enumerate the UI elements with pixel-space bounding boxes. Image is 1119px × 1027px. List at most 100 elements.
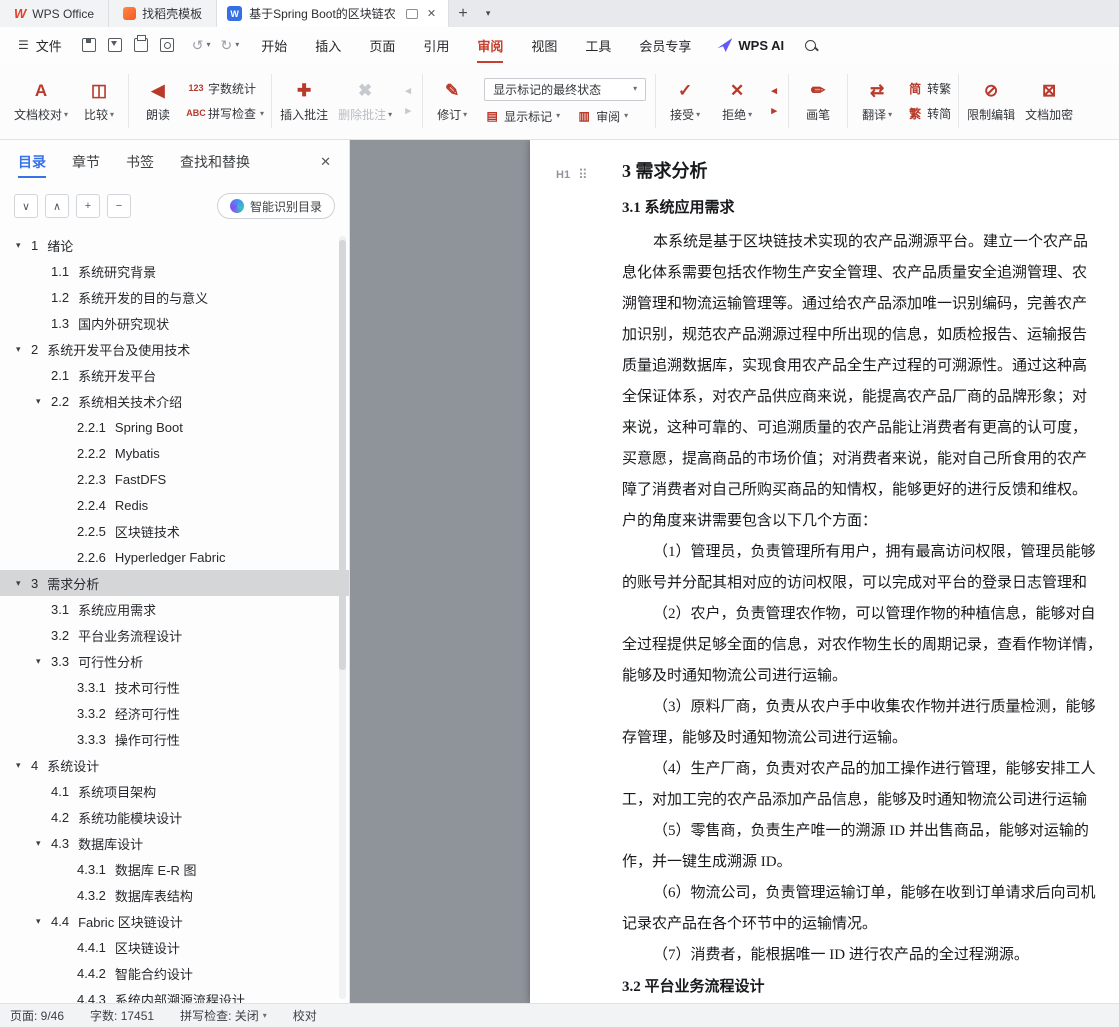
toc-item-3[interactable]: ▾ 3 需求分析 (0, 570, 349, 596)
expand-triangle-icon[interactable]: ▾ (16, 344, 31, 355)
comment-bubble-icon[interactable] (405, 8, 418, 19)
doc-heading-2[interactable]: 3.2 平台业务流程设计 (622, 973, 1119, 1001)
toc-item-4-4[interactable]: ▾ 4.4 Fabric 区块链设计 (0, 908, 349, 934)
expand-more-button[interactable]: + (76, 194, 100, 218)
doc-text-line[interactable]: （5）零售商，负责生产唯一的溯源 ID 并出售商品，能够对运输的 (622, 816, 1119, 847)
doc-text-line[interactable]: 来说，这种可靠的、可追溯质量的农产品能让消费者有更高的认可度， (622, 413, 1119, 444)
doc-text-line[interactable]: 存管理，能够及时通知物流公司进行运输。 (622, 723, 1119, 754)
toc-item-3-3-2[interactable]: 3.3.2 经济可行性 (0, 700, 349, 726)
toc-item-4[interactable]: ▾ 4 系统设计 (0, 752, 349, 778)
markup-state-select[interactable]: 显示标记的最终状态 ▾ (484, 77, 647, 101)
toc-item-1-1[interactable]: 1.1 系统研究背景 (0, 258, 349, 284)
menu-review[interactable]: 审阅 (463, 27, 517, 63)
ribbon-proofread-button[interactable]: A 文档校对 ▾ (9, 75, 73, 127)
toc-item-4-4-1[interactable]: 4.4.1 区块链设计 (0, 934, 349, 960)
menu-tools[interactable]: 工具 (571, 27, 625, 63)
doc-text-line[interactable]: 的账号并分配其相对应的访问权限，可以完成对平台的登录日志管理和 (622, 568, 1119, 599)
ribbon-show-markup-button[interactable]: ▤ 显示标记 ▾ (484, 108, 560, 125)
toc-scrollbar-thumb[interactable] (339, 240, 346, 670)
doc-text-line[interactable]: （1）管理员，负责管理所有用户，拥有最高访问权限，管理员能够 (622, 537, 1119, 568)
doc-text-line[interactable]: 全保证体系，对农产品供应商来说，能提高农产品厂商的品牌形象；对 (622, 382, 1119, 413)
ribbon-read-aloud-button[interactable]: ◀ 朗读 (132, 75, 184, 127)
toc-item-2-1[interactable]: 2.1 系统开发平台 (0, 362, 349, 388)
ribbon-next-comment-button[interactable]: ▸ (400, 105, 416, 117)
sidebar-tab-bookmark[interactable]: 书签 (126, 140, 154, 184)
ribbon-delete-comment-button[interactable]: ✖ 删除批注 ▾ (333, 75, 397, 127)
ribbon-reject-button[interactable]: ✕ 拒绝 ▾ (711, 75, 763, 127)
doc-text-line[interactable]: （7）消费者，能根据唯一 ID 进行农产品的全过程溯源。 (622, 940, 1119, 971)
wps-ai-button[interactable]: WPS AI (717, 38, 784, 53)
expand-triangle-icon[interactable]: ▾ (16, 760, 31, 771)
redo-button[interactable]: ↻ ▾ (221, 37, 240, 54)
menu-reference[interactable]: 引用 (409, 27, 463, 63)
doc-text-line[interactable]: 记录农产品在各个环节中的运输情况。 (622, 909, 1119, 940)
menu-page[interactable]: 页面 (355, 27, 409, 63)
ribbon-next-change-button[interactable]: ▸ (766, 105, 782, 117)
ribbon-spell-check-button[interactable]: ABC 拼写检查 ▾ (186, 105, 264, 122)
toc-item-2[interactable]: ▾ 2 系统开发平台及使用技术 (0, 336, 349, 362)
expand-triangle-icon[interactable]: ▾ (16, 578, 31, 589)
expand-triangle-icon[interactable]: ▾ (36, 838, 51, 849)
ribbon-restrict-edit-button[interactable]: ⊘ 限制编辑 (962, 75, 1020, 127)
smart-toc-button[interactable]: 智能识别目录 (216, 193, 335, 219)
doc-text-line[interactable]: （3）原料厂商，负责从农户手中收集农作物并进行质量检测，能够 (622, 692, 1119, 723)
toc-item-3-2[interactable]: 3.2 平台业务流程设计 (0, 622, 349, 648)
status-spellcheck[interactable]: 拼写检查: 关闭 ▾ (180, 1007, 267, 1024)
ribbon-to-traditional-button[interactable]: 简转繁 (907, 80, 951, 97)
toc-item-4-2[interactable]: 4.2 系统功能模块设计 (0, 804, 349, 830)
toc-item-3-3-3[interactable]: 3.3.3 操作可行性 (0, 726, 349, 752)
collapse-all-button[interactable]: ∨ (14, 194, 38, 218)
menu-insert[interactable]: 插入 (301, 27, 355, 63)
drag-handle-icon[interactable]: ⠿ (578, 160, 588, 190)
expand-all-button[interactable]: ∧ (45, 194, 69, 218)
ribbon-prev-change-button[interactable]: ◂ (766, 85, 782, 97)
doc-text-line[interactable]: 户的角度来讲需要包含以下几个方面： (622, 506, 1119, 537)
export-pdf-icon[interactable] (107, 38, 122, 52)
toc-item-3-3-1[interactable]: 3.3.1 技术可行性 (0, 674, 349, 700)
doc-text-line[interactable]: 障了消费者对自己所购买商品的知情权，能够更好的进行反馈和维权。 (622, 475, 1119, 506)
toc-item-1[interactable]: ▾ 1 绪论 (0, 232, 349, 258)
doc-heading-2[interactable]: 3.1 系统应用需求 (622, 194, 1119, 222)
expand-triangle-icon[interactable]: ▾ (36, 396, 51, 407)
save-icon[interactable] (81, 38, 96, 52)
status-words[interactable]: 字数: 17451 (90, 1007, 154, 1024)
tab-wps-office[interactable]: W WPS Office (0, 0, 110, 27)
status-proofread[interactable]: 校对 (293, 1007, 317, 1024)
toc-item-1-3[interactable]: 1.3 国内外研究现状 (0, 310, 349, 336)
sidebar-tab-chapter[interactable]: 章节 (72, 140, 100, 184)
doc-text-line[interactable]: 能够及时通知物流公司进行运输。 (622, 661, 1119, 692)
ribbon-brush-button[interactable]: ✏ 画笔 (792, 75, 844, 127)
status-page[interactable]: 页面: 9/46 (10, 1007, 64, 1024)
toc-item-2-2-1[interactable]: 2.2.1 Spring Boot (0, 414, 349, 440)
toc-item-2-2-2[interactable]: 2.2.2 Mybatis (0, 440, 349, 466)
doc-text-line[interactable]: 息化体系需要包括农作物生产安全管理、农产品质量安全追溯管理、农 (622, 258, 1119, 289)
close-sidebar-icon[interactable]: ✕ (320, 154, 331, 170)
expand-triangle-icon[interactable]: ▾ (36, 656, 51, 667)
menu-member[interactable]: 会员专享 (625, 27, 705, 63)
menu-start[interactable]: 开始 (247, 27, 301, 63)
doc-text-line[interactable]: 工，对加工完的农产品添加产品信息，能够及时通知物流公司进行运输 (622, 785, 1119, 816)
collapse-more-button[interactable]: − (107, 194, 131, 218)
file-menu-button[interactable]: ☰ 文件 (8, 36, 72, 55)
toc-item-2-2-4[interactable]: 2.2.4 Redis (0, 492, 349, 518)
undo-button[interactable]: ↺ ▾ (192, 37, 211, 54)
doc-text-line[interactable]: 本系统是基于区块链技术实现的农产品溯源平台。建立一个农产品 (622, 227, 1119, 258)
print-icon[interactable] (133, 35, 148, 52)
new-tab-button[interactable]: + (449, 0, 477, 27)
toc-item-2-2-6[interactable]: 2.2.6 Hyperledger Fabric (0, 544, 349, 570)
ribbon-track-changes-button[interactable]: ✎ 修订 ▾ (426, 75, 478, 127)
ribbon-accept-button[interactable]: ✓ 接受 ▾ (659, 75, 711, 127)
expand-triangle-icon[interactable]: ▾ (16, 240, 31, 251)
menu-view[interactable]: 视图 (517, 27, 571, 63)
toc-item-2-2-5[interactable]: 2.2.5 区块链技术 (0, 518, 349, 544)
ribbon-insert-comment-button[interactable]: ✚ 插入批注 (275, 75, 333, 127)
toc-item-4-3-2[interactable]: 4.3.2 数据库表结构 (0, 882, 349, 908)
ribbon-compare-button[interactable]: ◫ 比较 ▾ (73, 75, 125, 127)
ribbon-word-count-button[interactable]: 123 字数统计 (188, 80, 264, 97)
doc-text-line[interactable]: 溯管理和物流运输管理等。通过给农产品添加唯一识别编码，完善农产 (622, 289, 1119, 320)
ribbon-to-simplified-button[interactable]: 繁转简 (907, 105, 951, 122)
doc-text-line[interactable]: 买意愿，提高商品的市场价值；对消费者来说，能对自己所食用的农产 (622, 444, 1119, 475)
search-button[interactable] (800, 39, 820, 51)
toc-item-2-2-3[interactable]: 2.2.3 FastDFS (0, 466, 349, 492)
ribbon-encrypt-button[interactable]: ⊠ 文档加密 (1020, 75, 1078, 127)
